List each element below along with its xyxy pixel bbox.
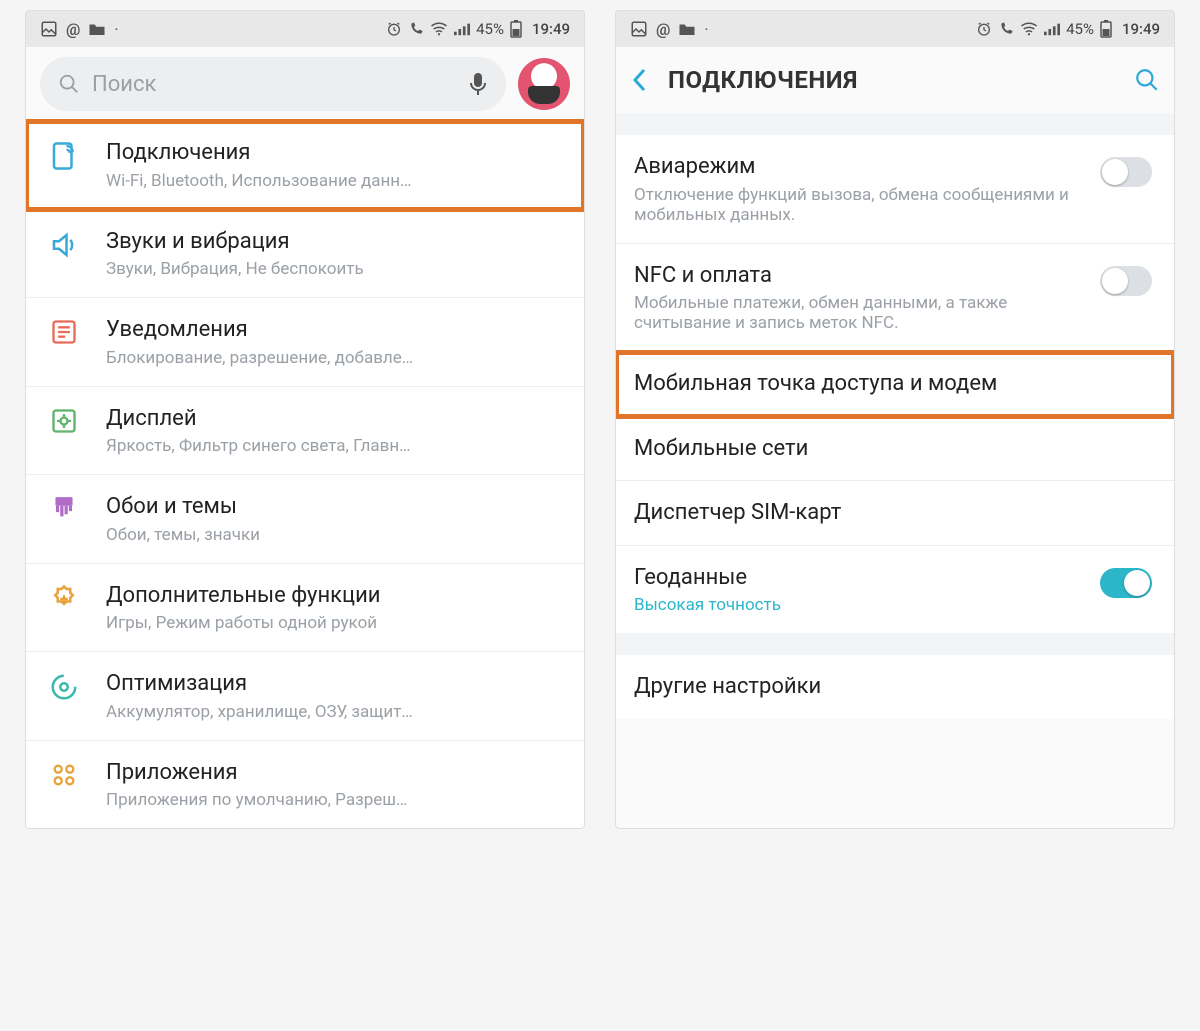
connections-item-more[interactable]: Другие настройки [616, 655, 1174, 719]
status-bar: @ · 45% 19:49 [26, 11, 584, 47]
advanced-icon [49, 584, 79, 614]
item-title: Уведомления [106, 316, 562, 344]
notif-more-icon: · [704, 20, 708, 39]
connections-item-airplane[interactable]: Авиарежим Отключение функций вызова, обм… [616, 135, 1174, 244]
search-icon [58, 73, 80, 95]
item-title: Подключения [106, 139, 562, 167]
wifi-icon [1020, 21, 1038, 37]
item-sub: Аккумулятор, хранилище, ОЗУ, защит… [106, 702, 562, 722]
item-sub: Обои, темы, значки [106, 525, 562, 545]
notif-at-icon: @ [66, 20, 80, 39]
connections-item-mobile-networks[interactable]: Мобильные сети [616, 417, 1174, 482]
item-title: Диспетчер SIM-карт [634, 499, 1152, 527]
battery-icon [510, 20, 522, 38]
item-sub: Отключение функций вызова, обмена сообще… [634, 185, 1078, 225]
item-sub: Яркость, Фильтр синего света, Главн… [106, 436, 562, 456]
mic-icon[interactable] [468, 72, 488, 96]
airplane-toggle[interactable] [1100, 157, 1152, 187]
connections-item-sim[interactable]: Диспетчер SIM-карт [616, 481, 1174, 546]
item-title: NFC и оплата [634, 262, 1078, 290]
item-sub: Приложения по умолчанию, Разреш… [106, 790, 562, 810]
page-header: ПОДКЛЮЧЕНИЯ [616, 47, 1174, 113]
item-sub: Высокая точность [634, 595, 1078, 615]
item-title: Дополнительные функции [106, 582, 562, 610]
item-title: Мобильные сети [634, 435, 1152, 463]
settings-item-maintenance[interactable]: Оптимизация Аккумулятор, хранилище, ОЗУ,… [26, 652, 584, 741]
settings-list: Подключения Wi-Fi, Bluetooth, Использова… [26, 121, 584, 828]
settings-item-sounds[interactable]: Звуки и вибрация Звуки, Вибрация, Не бес… [26, 210, 584, 299]
item-sub: Игры, Режим работы одной рукой [106, 613, 562, 633]
item-title: Обои и темы [106, 493, 562, 521]
signal-icon [1044, 22, 1060, 36]
battery-percent: 45% [1066, 20, 1094, 38]
alarm-icon [976, 21, 992, 37]
notif-image-icon [630, 20, 648, 38]
settings-item-connections[interactable]: Подключения Wi-Fi, Bluetooth, Использова… [26, 121, 584, 210]
section-gap [616, 633, 1174, 655]
section-gap [616, 113, 1174, 135]
wifi-call-icon [998, 21, 1014, 37]
settings-item-apps[interactable]: Приложения Приложения по умолчанию, Разр… [26, 741, 584, 829]
search-button[interactable] [1134, 67, 1160, 93]
settings-item-wallpaper[interactable]: Обои и темы Обои, темы, значки [26, 475, 584, 564]
item-sub: Wi-Fi, Bluetooth, Использование данн… [106, 171, 562, 191]
sound-icon [49, 230, 79, 260]
settings-main-screen: @ · 45% 19:49 [25, 10, 585, 829]
apps-icon [50, 761, 78, 789]
connections-item-location[interactable]: Геоданные Высокая точность [616, 546, 1174, 634]
wifi-icon [430, 21, 448, 37]
wifi-call-icon [408, 21, 424, 37]
maintenance-icon [49, 672, 79, 702]
display-icon [50, 407, 78, 435]
item-title: Мобильная точка доступа и модем [634, 370, 1152, 398]
signal-icon [454, 22, 470, 36]
clock-time: 19:49 [1122, 20, 1160, 38]
settings-item-advanced[interactable]: Дополнительные функции Игры, Режим работ… [26, 564, 584, 653]
item-sub: Звуки, Вибрация, Не беспокоить [106, 259, 562, 279]
notif-folder-icon [88, 21, 106, 37]
connections-list-2: Другие настройки [616, 655, 1174, 719]
item-title: Звуки и вибрация [106, 228, 562, 256]
notif-at-icon: @ [656, 20, 670, 39]
page-title: ПОДКЛЮЧЕНИЯ [668, 66, 858, 94]
location-toggle[interactable] [1100, 568, 1152, 598]
item-title: Другие настройки [634, 673, 1152, 701]
search-input[interactable]: Поиск [40, 57, 506, 111]
battery-percent: 45% [476, 20, 504, 38]
item-title: Геоданные [634, 564, 1078, 592]
clock-time: 19:49 [532, 20, 570, 38]
back-button[interactable] [630, 66, 650, 94]
nfc-toggle[interactable] [1100, 266, 1152, 296]
item-title: Авиарежим [634, 153, 1078, 181]
item-sub: Мобильные платежи, обмен данными, а такж… [634, 293, 1078, 333]
notif-more-icon: · [114, 20, 118, 39]
notif-folder-icon [678, 21, 696, 37]
item-title: Дисплей [106, 405, 562, 433]
connections-item-hotspot[interactable]: Мобильная точка доступа и модем [616, 352, 1174, 417]
notifications-icon [50, 318, 78, 346]
notif-image-icon [40, 20, 58, 38]
settings-item-display[interactable]: Дисплей Яркость, Фильтр синего света, Гл… [26, 387, 584, 476]
item-title: Приложения [106, 759, 562, 787]
profile-avatar[interactable] [518, 58, 570, 110]
item-sub: Блокирование, разрешение, добавле… [106, 348, 562, 368]
connections-screen: @ · 45% 19:49 [615, 10, 1175, 829]
item-title: Оптимизация [106, 670, 562, 698]
search-placeholder: Поиск [92, 72, 156, 97]
connections-icon [49, 141, 79, 171]
alarm-icon [386, 21, 402, 37]
connections-item-nfc[interactable]: NFC и оплата Мобильные платежи, обмен да… [616, 244, 1174, 353]
wallpaper-icon [51, 495, 77, 525]
battery-icon [1100, 20, 1112, 38]
search-header: Поиск [26, 47, 584, 121]
connections-list: Авиарежим Отключение функций вызова, обм… [616, 135, 1174, 633]
status-bar: @ · 45% 19:49 [616, 11, 1174, 47]
settings-item-notifications[interactable]: Уведомления Блокирование, разрешение, до… [26, 298, 584, 387]
